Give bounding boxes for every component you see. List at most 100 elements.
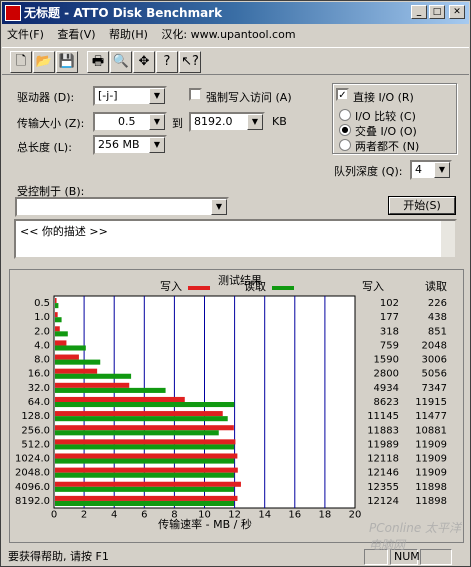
write-bar [55, 439, 236, 445]
read-bar [55, 373, 132, 379]
transfer-from-value: 0.5 [118, 115, 136, 128]
menu-help[interactable]: 帮助(H) [104, 25, 153, 45]
minimize-icon[interactable]: _ [411, 5, 427, 19]
x-tick-label: 16 [288, 509, 301, 520]
read-value: 5056 [422, 369, 447, 380]
read-value: 3006 [422, 355, 447, 366]
read-value: 11898 [415, 496, 447, 507]
write-value: 759 [380, 340, 399, 351]
chevron-down-icon[interactable]: ▼ [149, 88, 165, 104]
read-bar [55, 402, 235, 408]
write-value: 2800 [374, 369, 399, 380]
read-bar [55, 317, 62, 323]
write-value: 11989 [367, 439, 399, 450]
neither-radio[interactable] [339, 139, 351, 151]
total-length-value: 256 MB [98, 138, 140, 151]
write-bar [55, 368, 98, 374]
chevron-down-icon[interactable]: ▼ [149, 114, 165, 130]
legend-read-label: 读取 [244, 279, 266, 293]
queue-depth-select[interactable]: 4 ▼ [410, 160, 452, 180]
total-length-label: 总长度 (L): [17, 141, 72, 154]
x-tick-label: 6 [141, 509, 147, 520]
io-compare-radio[interactable] [339, 109, 351, 121]
kb-label: KB [272, 115, 287, 128]
y-tick-label: 0.5 [34, 298, 50, 309]
write-value: 11145 [367, 411, 399, 422]
close-icon[interactable]: ✕ [449, 5, 465, 19]
context-help-icon[interactable]: ↖? [179, 51, 201, 73]
y-tick-label: 16.0 [28, 369, 50, 380]
read-bar [55, 387, 166, 393]
maximize-icon[interactable]: □ [429, 5, 445, 19]
transfer-from-select[interactable]: 0.5 ▼ [93, 112, 167, 132]
read-value: 11909 [415, 468, 447, 479]
window-title: 无标题 - ATTO Disk Benchmark [24, 6, 223, 20]
app-window: 无标题 - ATTO Disk Benchmark _ □ ✕ 文件(F) 查看… [0, 0, 471, 567]
drive-value: [-j-] [98, 89, 118, 102]
force-write-label: 强制写入访问 (A) [206, 91, 292, 104]
write-bar [55, 495, 238, 501]
transfer-size-label: 传输大小 (Z): [17, 117, 85, 130]
description-textarea[interactable]: << 你的描述 >> [14, 219, 457, 259]
io-compare-label: I/O 比较 (C) [355, 110, 416, 123]
read-bar [55, 303, 59, 309]
read-bar [55, 345, 86, 351]
write-bar [55, 340, 67, 346]
y-tick-label: 8192.0 [15, 496, 50, 507]
total-length-select[interactable]: 256 MB ▼ [93, 135, 167, 155]
print-preview-icon[interactable]: 🔍 [110, 51, 132, 73]
x-tick-label: 20 [349, 509, 362, 520]
open-icon[interactable]: 📂 [33, 51, 55, 73]
transfer-to-select[interactable]: 8192.0 ▼ [189, 112, 265, 132]
legend-read-swatch [272, 286, 294, 290]
x-tick-label: 4 [111, 509, 117, 520]
force-write-checkbox[interactable] [189, 88, 202, 101]
x-tick-label: 0 [51, 509, 57, 520]
move-icon[interactable]: ✥ [133, 51, 155, 73]
description-text: << 你的描述 >> [20, 225, 108, 238]
legend-write-label: 写入 [160, 280, 182, 293]
read-value: 226 [428, 298, 447, 309]
chevron-down-icon[interactable]: ▼ [247, 114, 263, 130]
overlapped-io-radio[interactable]: ● [339, 124, 351, 136]
write-value: 12146 [367, 468, 399, 479]
menu-file[interactable]: 文件(F) [2, 25, 49, 45]
read-value: 7347 [422, 383, 447, 394]
read-value: 11915 [415, 397, 447, 408]
col-write-header: 写入 [362, 280, 384, 293]
results-group: 测试结果 写入 读取 写入 读取 0.5 1.0 2.0 4.0 8.0 16.0 32.0… [9, 269, 464, 543]
direct-io-label: 直接 I/O (R) [353, 91, 414, 104]
print-icon[interactable]: 🖶 [87, 51, 109, 73]
help-icon[interactable]: ? [156, 51, 178, 73]
x-axis-label: 传输速率 - MB / 秒 [158, 517, 252, 531]
write-value: 8623 [374, 397, 399, 408]
col-read-header: 读取 [425, 279, 447, 293]
save-icon[interactable]: 💾 [56, 51, 78, 73]
chevron-down-icon[interactable]: ▼ [149, 137, 165, 153]
title-bar: 无标题 - ATTO Disk Benchmark _ □ ✕ [2, 2, 469, 24]
write-value: 4934 [374, 383, 399, 394]
read-value: 11909 [415, 439, 447, 450]
write-bar [55, 298, 57, 304]
write-bar [55, 312, 58, 318]
read-value: 851 [428, 326, 447, 337]
queue-depth-value: 4 [415, 163, 422, 176]
read-bar [55, 416, 228, 422]
neither-label: 两者都不 (N) [355, 140, 420, 153]
chevron-down-icon[interactable]: ▼ [434, 162, 450, 178]
x-tick-label: 14 [258, 509, 271, 520]
start-button[interactable]: 开始(S) [389, 197, 455, 214]
description-scrollbar[interactable] [441, 221, 455, 257]
drive-select[interactable]: [-j-] ▼ [93, 86, 167, 106]
x-tick-label: 2 [81, 509, 87, 520]
write-value: 12124 [367, 496, 399, 507]
y-tick-label: 32.0 [28, 383, 50, 394]
controlled-by-select[interactable]: ▼ [15, 197, 229, 217]
menu-view[interactable]: 查看(V) [52, 25, 100, 45]
write-value: 102 [380, 298, 399, 309]
new-icon[interactable]: 🗋 [10, 51, 32, 73]
direct-io-checkbox[interactable]: ✓ [336, 88, 349, 101]
status-help-text: 要获得帮助, 请按 F1 [8, 550, 109, 563]
write-bar [55, 382, 130, 388]
chevron-down-icon[interactable]: ▼ [211, 199, 227, 215]
